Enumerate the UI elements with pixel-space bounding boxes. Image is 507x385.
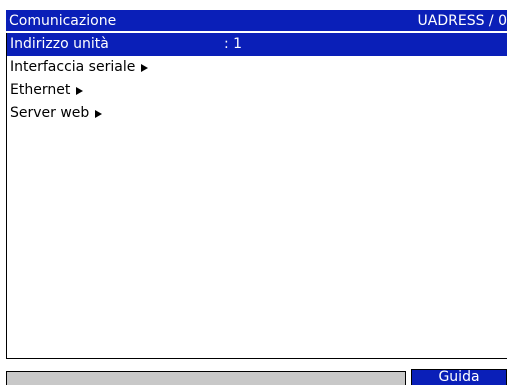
menu-item-ethernet[interactable]: Ethernet (7, 79, 507, 102)
submenu-arrow-icon (141, 63, 149, 72)
device-screen: Comunicazione UADRESS / 0 Indirizzo unit… (0, 0, 507, 385)
title-bar: Comunicazione UADRESS / 0 (6, 10, 507, 31)
page-title: Comunicazione (9, 12, 117, 29)
menu-item-label: Server web (10, 105, 90, 121)
menu-item-unit-address[interactable]: Indirizzo unità : 1 (7, 33, 507, 56)
menu-list: Indirizzo unità : 1 Interfaccia seriale … (6, 33, 507, 358)
menu-item-label: Ethernet (10, 82, 71, 98)
menu-item-value: : 1 (224, 36, 243, 52)
screen-code: UADRESS / 0 (417, 12, 507, 29)
menu-item-web-server[interactable]: Server web (7, 102, 507, 125)
submenu-arrow-icon (95, 109, 103, 118)
status-bar: Guida (6, 358, 507, 385)
help-button[interactable]: Guida (411, 369, 507, 385)
menu-item-label: Interfaccia seriale (10, 59, 136, 75)
menu-item-serial-interface[interactable]: Interfaccia seriale (7, 56, 507, 79)
status-field (6, 371, 406, 385)
submenu-arrow-icon (76, 86, 84, 95)
menu-item-label: Indirizzo unità (10, 36, 109, 52)
